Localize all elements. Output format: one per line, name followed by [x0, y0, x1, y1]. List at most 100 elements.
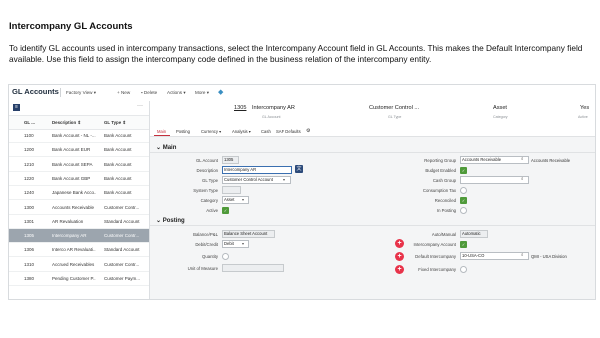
table-row[interactable]: 1301 AR Revaluation Standard Account — [9, 215, 149, 229]
more-button[interactable]: More ▾ — [195, 90, 209, 96]
fixed-intercompany-radio[interactable] — [460, 266, 467, 273]
gl-type-select[interactable]: Customer Control Account — [222, 176, 291, 184]
table-row[interactable]: 1220 Bank Account GBP Bank Account — [9, 172, 149, 186]
intercompany-account-checkbox[interactable]: ✓ — [460, 241, 467, 248]
category-label: Category — [200, 198, 218, 203]
description-cell: Bank Account - NL -... — [52, 133, 96, 138]
description-cell: Accounts Receivable — [52, 204, 95, 210]
table-row[interactable]: 1300 Accounts Receivable Customer Contr... — [9, 201, 149, 215]
active-checkbox[interactable]: ✓ — [222, 207, 229, 214]
table-row[interactable]: 1380 Pending Customer P... Customer Paym..… — [9, 272, 149, 286]
search-icon[interactable]: ⌕ — [521, 156, 524, 161]
description-cell: Japanese Bank Acco... — [52, 190, 96, 196]
gl-type-cell: Bank Account — [104, 175, 132, 181]
record-number[interactable]: 1305 — [234, 105, 246, 111]
gl-type-cell: Bank Account — [104, 147, 132, 153]
doc-title: Intercompany GL Accounts — [9, 21, 133, 32]
section-posting-header[interactable]: ⌄ Posting — [156, 217, 185, 224]
tab-bar: Main Posting Currency ▾ Analysis ▾ Cash … — [150, 126, 595, 137]
cash-group-label: Cash Group — [432, 178, 456, 183]
delete-button[interactable]: ▪ Delete — [141, 90, 157, 95]
gl-type-cell: Customer Contr... — [104, 261, 140, 267]
default-intercompany-field[interactable]: 10-USA-CO — [460, 252, 529, 260]
table-row[interactable]: 1100 Bank Account - NL -... Bank Account — [9, 129, 149, 143]
chevron-down-icon: ▾ — [242, 198, 244, 202]
factory-view-button[interactable]: Factory View ▾ — [66, 90, 96, 96]
reconciled-checkbox[interactable]: ✓ — [460, 197, 467, 204]
table-row[interactable]: 1210 Bank Account SEPA Bank Account — [9, 158, 149, 172]
unit-of-measure-field[interactable] — [222, 264, 284, 272]
default-intercompany-description: QMI - USA Division — [531, 254, 567, 259]
gl-account-cell: 1300 — [24, 204, 35, 210]
gl-account-list: ≡ ··· GL ... Description ⇕ GL Type ⇕ 110… — [9, 101, 150, 299]
description-cell: Bank Account GBP — [52, 175, 91, 181]
table-row[interactable]: 1200 Bank Account EUR Bank Account — [9, 143, 149, 158]
gl-account-cell: 1310 — [24, 261, 35, 267]
category-select[interactable]: Asset — [222, 196, 249, 204]
gear-icon[interactable]: ⚙ — [306, 128, 310, 134]
search-icon[interactable]: ⌕ — [521, 176, 524, 181]
quantity-radio[interactable] — [222, 253, 229, 260]
description-cell: Intercompany AR — [52, 233, 87, 239]
column-header-gl-type[interactable]: GL Type ⇕ — [104, 120, 126, 126]
tab-main[interactable]: Main — [157, 129, 166, 134]
gl-type-cell: Customer Paym... — [104, 276, 141, 281]
assistant-icon[interactable]: ◆ — [218, 88, 223, 96]
description-cell: Bank Account EUR — [52, 147, 91, 153]
intercompany-account-label: Intercompany Account — [413, 242, 456, 247]
table-row[interactable]: 1305 Intercompany AR Customer Contr... — [9, 229, 149, 244]
column-header-description[interactable]: Description ⇕ — [52, 120, 81, 126]
column-header-gl[interactable]: GL ... — [24, 120, 35, 125]
gl-account-cell: 1220 — [24, 175, 35, 181]
more-options-icon[interactable]: ··· — [137, 103, 143, 109]
record-header: 1305 Intercompany AR GL Account Customer… — [150, 101, 595, 127]
translate-icon[interactable]: 文 — [295, 165, 303, 173]
record-type-caption: GL Type — [388, 115, 402, 119]
in-posting-radio[interactable] — [460, 207, 467, 214]
system-type-label: System Type — [193, 188, 218, 193]
gl-account-cell: 1240 — [24, 190, 35, 196]
description-label: Description — [196, 168, 219, 173]
menu-icon[interactable]: ≡ — [13, 104, 20, 111]
auto-manual-field[interactable]: Automatic — [460, 230, 488, 238]
description-field[interactable]: Intercompany AR — [222, 166, 292, 174]
table-row[interactable]: 1306 Interco AR Revaluati... Standard Acco… — [9, 243, 149, 258]
tab-analysis[interactable]: Analysis ▾ — [232, 129, 251, 134]
consumption-tax-radio[interactable] — [460, 187, 467, 194]
table-row[interactable]: 1240 Japanese Bank Acco... Bank Account — [9, 186, 149, 201]
record-category: Asset — [493, 105, 507, 111]
gl-type-cell: Customer Contr... — [104, 204, 140, 210]
table-row[interactable]: 1310 Accrued Receivables Customer Contr... — [9, 258, 149, 272]
system-type-field[interactable] — [222, 186, 241, 194]
reporting-group-field[interactable]: Accounts Receivable — [460, 156, 529, 164]
record-category-caption: Category — [493, 115, 508, 119]
tab-saf-defaults[interactable]: SAF Defaults — [276, 129, 301, 134]
budget-enabled-checkbox[interactable]: ✓ — [460, 167, 467, 174]
record-name-caption: GL Account — [262, 115, 281, 119]
chevron-down-icon: ▾ — [283, 178, 285, 182]
new-button[interactable]: + New — [117, 90, 130, 95]
section-divider — [150, 225, 595, 226]
tab-posting[interactable]: Posting — [176, 129, 190, 134]
consumption-tax-label: Consumption Tax — [422, 188, 456, 193]
actions-button[interactable]: Actions ▾ — [167, 90, 186, 96]
debit-credit-select[interactable]: Debit — [222, 240, 249, 248]
search-icon[interactable]: ⌕ — [521, 252, 524, 257]
quantity-label: Quantity — [201, 254, 218, 259]
gl-type-label: GL Type — [201, 178, 218, 183]
section-main-header[interactable]: ⌄ Main — [156, 144, 176, 151]
cash-group-field[interactable] — [460, 176, 529, 184]
active-tab-indicator — [154, 135, 170, 136]
tab-currency[interactable]: Currency ▾ — [201, 129, 221, 134]
gl-type-cell: Bank Account — [104, 133, 132, 138]
record-active-caption: Active — [578, 115, 588, 119]
gl-type-cell: Standard Account — [104, 218, 140, 224]
chevron-down-icon: ▾ — [183, 90, 186, 95]
tab-cash[interactable]: Cash — [261, 129, 271, 134]
auto-manual-label: Auto/Manual — [431, 232, 456, 237]
chevron-down-icon: ⌄ — [156, 145, 162, 151]
toolbar-divider — [60, 88, 61, 97]
doc-paragraph: To identify GL accounts used in intercom… — [9, 43, 583, 64]
balance-pl-field[interactable]: Balance Sheet Account — [222, 230, 275, 238]
gl-account-field[interactable]: 1305 — [222, 156, 239, 164]
